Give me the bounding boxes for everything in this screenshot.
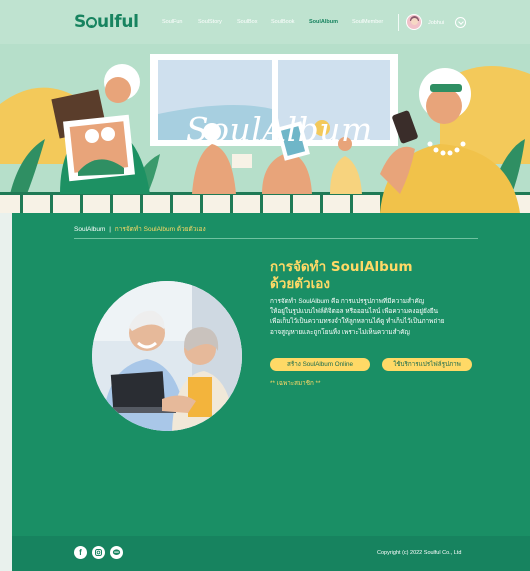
description-line: อาจสูญหายและถูกโยนทิ้ง เพราะไม่เห็นความส… bbox=[270, 328, 410, 336]
members-only-note: ** เฉพาะสมาชิก ** bbox=[270, 380, 321, 387]
banner-title: SoulAlbum bbox=[186, 110, 373, 149]
elderly-couple-photo bbox=[92, 281, 242, 431]
instagram-icon[interactable] bbox=[92, 546, 105, 559]
nav-item-soulalbum[interactable]: SoulAlbum bbox=[309, 19, 338, 25]
description-line: การจัดทำ SoulAlbum คือ การแปรรูปภาพที่มี… bbox=[270, 298, 425, 305]
line-glyph bbox=[112, 549, 121, 555]
breadcrumb-current: การจัดทำ SoulAlbum ด้วยตัวเอง bbox=[114, 226, 206, 233]
breadcrumb-divider bbox=[74, 238, 478, 239]
soulful-logo[interactable]: Sulful bbox=[74, 12, 139, 32]
top-header: Sulful SoulFun SoulStory SoulBox SoulBoo… bbox=[0, 0, 530, 44]
chevron-down-icon[interactable] bbox=[455, 17, 466, 28]
nav-item-soulbox[interactable]: SoulBox bbox=[237, 19, 258, 25]
description-line: เพื่อเก็บไว้เป็นความทรงจำให้ลูกหลานได้ดู… bbox=[270, 318, 445, 326]
copyright-text: Copyright (c) 2022 Soulful Co., Ltd bbox=[377, 550, 462, 556]
nav-item-soulstory[interactable]: SoulStory bbox=[198, 19, 222, 25]
breadcrumb-separator: | bbox=[109, 226, 111, 233]
logo-smile-icon bbox=[85, 17, 97, 28]
breadcrumb-root[interactable]: SoulAlbum bbox=[74, 226, 105, 233]
breadcrumb: SoulAlbum | การจัดทำ SoulAlbum ด้วยตัวเอ… bbox=[74, 224, 206, 234]
nav-item-soulbook[interactable]: SoulBook bbox=[271, 19, 295, 25]
description-line: ให้อยู่ในรูปแบบไฟล์ดิจิตอล หรือออนไลน์ เ… bbox=[270, 308, 439, 316]
section-description: การจัดทำ SoulAlbum คือ การแปรรูปภาพที่มี… bbox=[270, 297, 488, 338]
photo-illustration bbox=[92, 281, 242, 431]
avatar-face bbox=[411, 18, 418, 25]
nav-divider bbox=[398, 14, 399, 31]
user-name[interactable]: Jobhui bbox=[428, 20, 444, 26]
page: Sulful SoulFun SoulStory SoulBox SoulBoo… bbox=[0, 0, 530, 571]
footer: f Copyright (c) 2022 Soulful Co., Ltd bbox=[12, 536, 530, 571]
section-title-line-1: การจัดทำ SoulAlbum bbox=[270, 259, 413, 275]
create-soulalbum-online-button[interactable]: สร้าง SoulAlbum Online bbox=[270, 358, 370, 371]
line-icon[interactable] bbox=[110, 546, 123, 559]
section-title-line-2: ด้วยตัวเอง bbox=[270, 276, 330, 292]
nav-item-soulmember[interactable]: SoulMember bbox=[352, 19, 383, 25]
nav-item-soulfun[interactable]: SoulFun bbox=[162, 19, 183, 25]
hero-banner: SoulAlbum bbox=[0, 44, 530, 213]
photo-conversion-service-button[interactable]: ใช้บริการแปรไฟล์รูปภาพ bbox=[382, 358, 472, 371]
section-title: การจัดทำ SoulAlbum ด้วยตัวเอง bbox=[270, 259, 470, 293]
user-avatar[interactable] bbox=[406, 14, 422, 30]
main-content: SoulAlbum | การจัดทำ SoulAlbum ด้วยตัวเอ… bbox=[12, 213, 530, 536]
instagram-glyph bbox=[95, 549, 102, 556]
facebook-icon[interactable]: f bbox=[74, 546, 87, 559]
